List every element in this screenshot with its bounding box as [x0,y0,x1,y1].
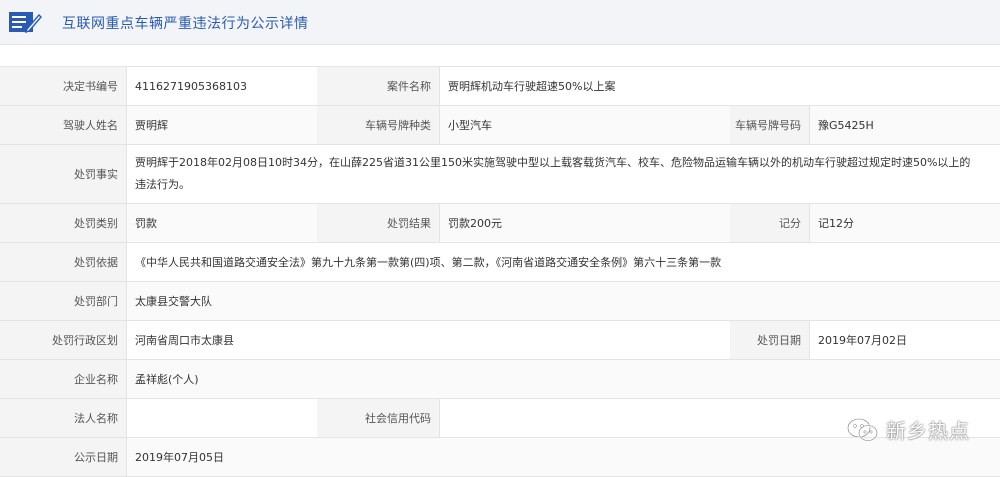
watermark-text: 新乡热点 [886,419,970,443]
plate-type-value: 小型汽车 [448,119,492,132]
table-row: 决定书编号 4116271905368103 案件名称 贾明辉机动车行驶超速50… [0,67,1000,106]
department-label: 处罚部门 [0,282,127,320]
driver-name-label: 驾驶人姓名 [0,106,127,144]
table-row: 企业名称 孟祥彪(个人) [0,360,1000,399]
page-title: 互联网重点车辆严重违法行为公示详情 [62,16,309,32]
plate-no-value: 豫G5425H [818,119,874,132]
table-row: 处罚类别 罚款 处罚结果 罚款200元 记分 记12分 [0,204,1000,243]
watermark: 新乡热点 [846,415,970,444]
points-value: 记12分 [818,217,854,230]
case-name-label: 案件名称 [317,67,440,105]
legal-person-label: 法人名称 [0,399,127,437]
decision-no-value: 4116271905368103 [135,79,247,93]
company-label: 企业名称 [0,360,127,398]
points-label: 记分 [730,204,810,242]
penalty-date-label: 处罚日期 [730,321,810,359]
table-row: 处罚依据 《中华人民共和国道路交通安全法》第九十九条第一款第(四)项、第二款，《… [0,243,1000,282]
publish-date-label: 公示日期 [0,438,127,476]
wechat-icon [847,417,878,441]
legal-person-value [127,399,317,437]
case-name-value: 贾明辉机动车行驶超速50%以上案 [448,80,616,93]
basis-value: 《中华人民共和国道路交通安全法》第九十九条第一款第(四)项、第二款，《河南省道路… [135,256,722,269]
penalty-result-value: 罚款200元 [448,217,502,230]
table-row: 处罚事实 贾明辉于2018年02月08日10时34分，在山薛225省道31公里1… [0,145,1000,204]
page-header: 互联网重点车辆严重违法行为公示详情 [0,0,1000,45]
penalty-result-label: 处罚结果 [317,204,440,242]
region-label: 处罚行政区划 [0,321,127,359]
facts-value: 贾明辉于2018年02月08日10时34分，在山薛225省道31公里150米实施… [135,156,971,191]
penalty-date-value: 2019年07月02日 [818,334,907,347]
region-value: 河南省周口市太康县 [135,334,234,347]
plate-no-label: 车辆号牌号码 [730,106,810,144]
penalty-type-value: 罚款 [135,217,157,230]
basis-label: 处罚依据 [0,243,127,281]
table-row: 处罚部门 太康县交警大队 [0,282,1000,321]
table-row: 处罚行政区划 河南省周口市太康县 处罚日期 2019年07月02日 [0,321,1000,360]
company-value: 孟祥彪(个人) [135,373,199,386]
decision-no-label: 决定书编号 [0,67,127,105]
driver-name-value: 贾明辉 [135,119,168,132]
table-row: 驾驶人姓名 贾明辉 车辆号牌种类 小型汽车 车辆号牌号码 豫G5425H [0,106,1000,145]
facts-label: 处罚事实 [0,145,127,203]
penalty-type-label: 处罚类别 [0,204,127,242]
document-edit-icon [9,12,42,34]
department-value: 太康县交警大队 [135,295,212,308]
credit-code-label: 社会信用代码 [317,399,440,437]
plate-type-label: 车辆号牌种类 [317,106,440,144]
